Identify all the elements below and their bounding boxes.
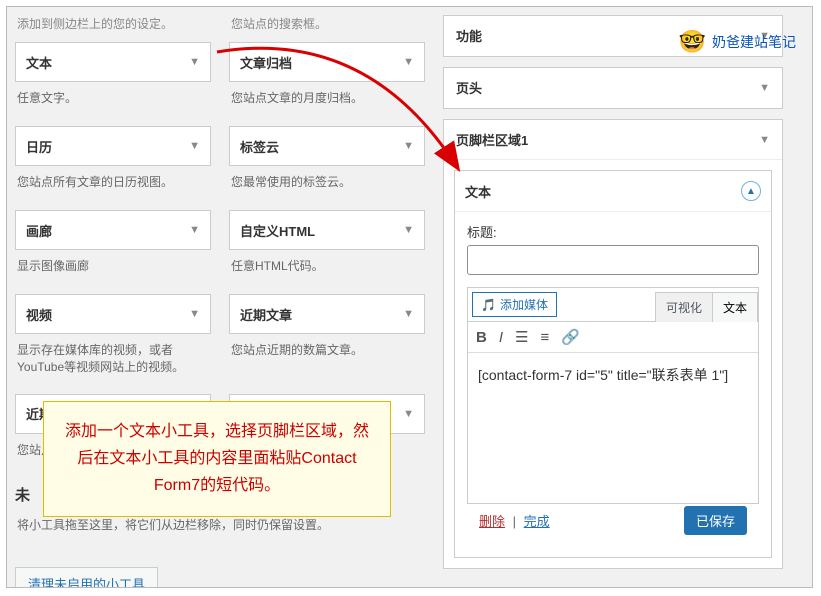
widget-item-custom-html[interactable]: 自定义HTML ▼ (229, 210, 425, 250)
link-icon[interactable]: 🔗 (561, 328, 580, 346)
delete-widget-link[interactable]: 删除 (479, 514, 505, 529)
widget-title: 标签云 (240, 137, 279, 156)
chevron-down-icon: ▼ (403, 308, 414, 320)
editor-textarea[interactable]: [contact-form-7 id="5" title="联系表单 1"] (468, 353, 758, 503)
widget-description: 任意HTML代码。 (229, 250, 425, 290)
editor-toolbar: B I ☰ ≡ 🔗 (468, 322, 758, 353)
sidebar-title: 页脚栏区域1 (456, 130, 528, 149)
widget-actions: 删除 | 完成 已保存 (467, 506, 759, 545)
inactive-widgets-desc: 将小工具拖至这里，将它们从边栏移除，同时仍保留设置。 (15, 513, 425, 553)
widget-title: 视频 (26, 305, 52, 324)
sidebar-area-footer1: 页脚栏区域1 ▼ 文本 ▲ 标题: 🎵 (443, 119, 783, 569)
chevron-down-icon: ▼ (403, 408, 414, 420)
widget-title: 近期文章 (240, 305, 292, 324)
clear-inactive-widgets-button[interactable]: 清理未启用的小工具 (15, 567, 158, 588)
done-widget-link[interactable]: 完成 (524, 514, 550, 529)
title-input[interactable] (467, 245, 759, 275)
sidebar-title: 功能 (456, 26, 482, 45)
chevron-down-icon: ▼ (403, 224, 414, 236)
save-button[interactable]: 已保存 (684, 506, 747, 535)
widget-item-text[interactable]: 文本 ▼ (15, 42, 211, 82)
widget-description: 您站点文章的月度归档。 (229, 82, 425, 122)
media-icon: 🎵 (481, 298, 496, 312)
instruction-callout: 添加一个文本小工具，选择页脚栏区域，然后在文本小工具的内容里面粘贴Contact… (43, 401, 391, 517)
italic-icon[interactable]: I (499, 329, 503, 346)
widget-instance-text: 文本 ▲ 标题: 🎵 添加媒体 (454, 170, 772, 558)
tab-visual[interactable]: 可视化 (655, 292, 713, 322)
widget-title: 画廊 (26, 221, 52, 240)
widget-item-archives[interactable]: 文章归档 ▼ (229, 42, 425, 82)
widget-instance-toggle[interactable]: 文本 ▲ (455, 171, 771, 212)
chevron-up-icon: ▲ (741, 181, 761, 201)
widget-title: 文本 (26, 53, 52, 72)
chevron-down-icon: ▼ (189, 308, 200, 320)
chevron-down-icon: ▼ (189, 224, 200, 236)
chevron-down-icon: ▼ (403, 56, 414, 68)
bold-icon[interactable]: B (476, 329, 487, 346)
watermark: 🤓 奶爸建站笔记 (679, 29, 796, 55)
widget-title: 自定义HTML (240, 221, 315, 240)
number-list-icon[interactable]: ≡ (540, 329, 549, 346)
editor-header: 🎵 添加媒体 可视化 文本 (468, 288, 758, 322)
widget-title: 文章归档 (240, 53, 292, 72)
widget-form: 标题: 🎵 添加媒体 可视化 文本 (455, 212, 771, 557)
tab-text[interactable]: 文本 (712, 292, 758, 322)
add-media-label: 添加媒体 (500, 296, 548, 313)
chevron-down-icon: ▼ (403, 140, 414, 152)
widget-title: 日历 (26, 137, 52, 156)
content-editor: 🎵 添加媒体 可视化 文本 B I (467, 287, 759, 504)
chevron-down-icon: ▼ (189, 140, 200, 152)
editor-tabs: 可视化 文本 (656, 288, 758, 321)
sidebar-toggle[interactable]: 页头 ▼ (444, 68, 782, 108)
widget-description: 显示图像画廊 (15, 250, 211, 290)
watermark-text: 奶爸建站笔记 (712, 32, 796, 52)
add-media-button[interactable]: 🎵 添加媒体 (472, 292, 557, 317)
sidebar-areas-panel: 功能 ▼ 页头 ▼ 页脚栏区域1 ▼ 文本 ▲ (443, 13, 783, 588)
sidebar-title: 页头 (456, 78, 482, 97)
widget-description: 显示存在媒体库的视频，或者YouTube等视频网站上的视频。 (15, 334, 211, 390)
widget-item-calendar[interactable]: 日历 ▼ (15, 126, 211, 166)
widget-description: 您站点近期的数篇文章。 (229, 334, 425, 374)
chevron-down-icon: ▼ (759, 134, 770, 146)
widget-item-tagcloud[interactable]: 标签云 ▼ (229, 126, 425, 166)
widget-description: 任意文字。 (15, 82, 211, 122)
title-field-label: 标题: (467, 222, 759, 241)
chevron-down-icon: ▼ (759, 82, 770, 94)
sidebar-toggle[interactable]: 页脚栏区域1 ▼ (444, 120, 782, 160)
bullet-list-icon[interactable]: ☰ (515, 328, 528, 346)
page-frame: 添加到侧边栏上的您的设定。 您站点的搜索框。 文本 ▼ 任意文字。 文章归档 ▼ (6, 6, 813, 588)
chevron-down-icon: ▼ (189, 56, 200, 68)
truncated-desc: 添加到侧边栏上的您的设定。 (15, 15, 211, 38)
widget-item-gallery[interactable]: 画廊 ▼ (15, 210, 211, 250)
watermark-icon: 🤓 (679, 29, 706, 55)
widget-item-video[interactable]: 视频 ▼ (15, 294, 211, 334)
separator: | (509, 514, 520, 529)
truncated-desc: 您站点的搜索框。 (229, 15, 425, 38)
widget-description: 您站点所有文章的日历视图。 (15, 166, 211, 206)
widget-item-recent-posts[interactable]: 近期文章 ▼ (229, 294, 425, 334)
sidebar-area-header: 页头 ▼ (443, 67, 783, 109)
widget-instance-title: 文本 (465, 182, 491, 201)
widget-description: 您最常使用的标签云。 (229, 166, 425, 206)
